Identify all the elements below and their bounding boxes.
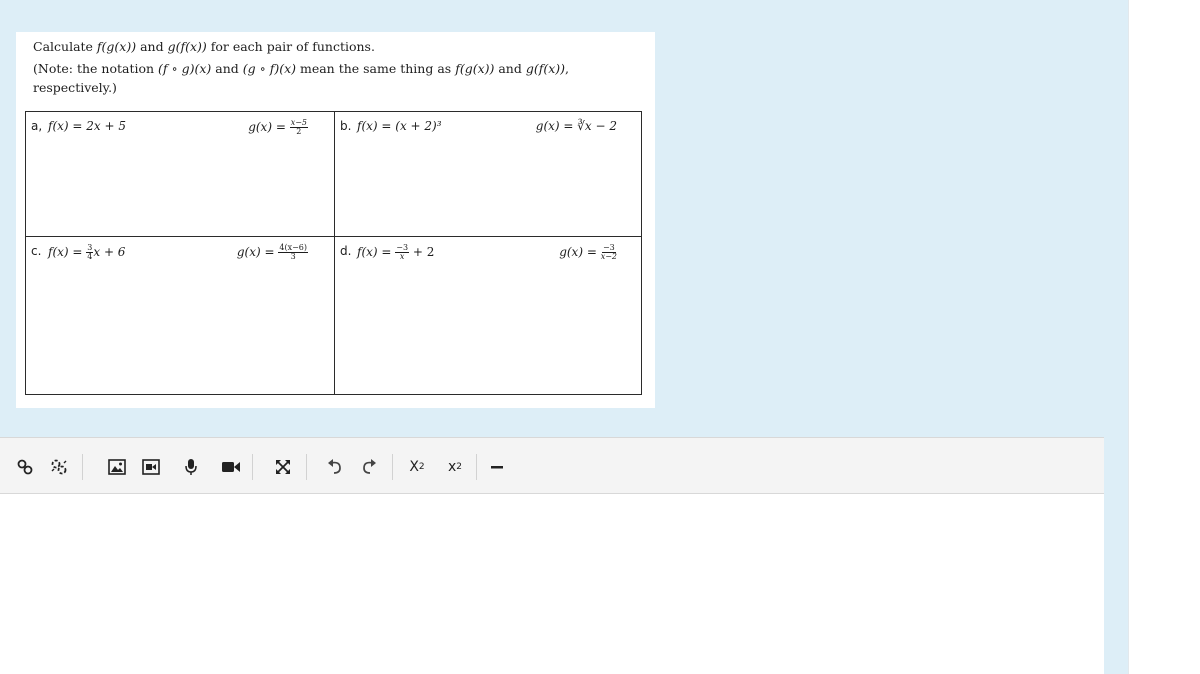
fraction-denominator: 2 <box>296 127 302 136</box>
question-note-end: respectively.) <box>33 80 117 95</box>
problem-b: b. f(x) = (x + 2)³ g(x) = ∛x − 2 <box>335 112 641 237</box>
math-expression: g(f(x)) <box>525 61 566 76</box>
answer-editor[interactable] <box>0 494 1104 674</box>
problem-letter: a, <box>31 119 43 133</box>
question-text: mean the same thing as <box>296 61 456 76</box>
question-text: Calculate <box>33 39 97 54</box>
fraction: x−5 2 <box>289 119 308 136</box>
subscript-suffix: 2 <box>418 462 425 472</box>
function-g: g(x) = ∛x − 2 <box>535 119 617 133</box>
function-f-lhs: f(x) = <box>48 245 87 259</box>
problem-a: a, f(x) = 2x + 5 g(x) = x−5 2 <box>26 112 335 237</box>
question-text: and <box>136 39 168 54</box>
toolbar-separator <box>82 454 83 480</box>
function-f-rhs: + 2 <box>409 245 435 259</box>
fraction-denominator: x−2 <box>600 252 617 261</box>
right-panel <box>1128 0 1200 674</box>
problem-c: c. f(x) = 34x + 6 g(x) = 4(x−6) 3 <box>26 237 335 394</box>
superscript-button[interactable]: x2 <box>442 454 468 480</box>
function-f: f(x) = −3 x + 2 <box>357 244 434 261</box>
fraction: 4(x−6) 3 <box>278 244 308 261</box>
question-text: and <box>211 61 243 76</box>
math-expression: (g ∘ f)(x) <box>242 61 296 76</box>
fraction: −3 x−2 <box>601 244 617 261</box>
question-note: (Note: the notation (f ∘ g)(x) and (g ∘ … <box>33 61 569 76</box>
toolbar-separator <box>476 454 477 480</box>
question-text: and <box>494 61 526 76</box>
page-background: Calculate f(g(x)) and g(f(x)) for each p… <box>0 0 1128 674</box>
math-expression: f(g(x)) <box>455 61 495 76</box>
redo-icon[interactable] <box>356 454 382 480</box>
function-f-lhs: f(x) = <box>357 245 396 259</box>
fraction-denominator: x <box>399 252 405 261</box>
subscript-label: X <box>409 459 419 475</box>
subscript-button[interactable]: X2 <box>404 454 430 480</box>
math-expression: f(g(x)) <box>96 39 137 54</box>
function-g-lhs: g(x) = <box>559 245 601 259</box>
function-g: g(x) = 4(x−6) 3 <box>237 244 308 261</box>
undo-icon[interactable] <box>322 454 348 480</box>
function-g: g(x) = −3 x−2 <box>559 244 617 261</box>
problem-letter: c. <box>31 244 42 258</box>
fraction-denominator: 3 <box>290 252 296 261</box>
fullscreen-icon[interactable] <box>270 454 296 480</box>
function-f: f(x) = (x + 2)³ <box>357 119 442 133</box>
toolbar-separator <box>306 454 307 480</box>
math-expression: g(f(x)) <box>167 39 207 54</box>
media-icon[interactable] <box>138 454 164 480</box>
horizontal-rule-icon[interactable] <box>484 454 510 480</box>
problem-letter: d. <box>340 244 352 258</box>
toolbar-separator <box>252 454 253 480</box>
link-icon[interactable] <box>12 454 38 480</box>
function-g: g(x) = x−5 2 <box>248 119 308 136</box>
function-f-rhs: x + 6 <box>93 245 126 259</box>
superscript-suffix: 2 <box>456 462 463 472</box>
function-g-lhs: g(x) = <box>248 120 290 134</box>
toolbar-separator <box>392 454 393 480</box>
math-expression: (f ∘ g)(x) <box>158 61 212 76</box>
function-f: f(x) = 34x + 6 <box>48 244 125 261</box>
question-text: (Note: the notation <box>33 61 159 76</box>
question-text: for each pair of functions. <box>206 39 375 54</box>
unlink-icon[interactable] <box>46 454 72 480</box>
microphone-icon[interactable] <box>178 454 204 480</box>
editor-toolbar: X2 x2 <box>0 437 1104 494</box>
problem-grid: a, f(x) = 2x + 5 g(x) = x−5 2 b. f(x) = (… <box>25 111 642 395</box>
video-icon[interactable] <box>218 454 244 480</box>
fraction-denominator: 4 <box>87 252 93 261</box>
superscript-label: x <box>447 459 457 475</box>
image-icon[interactable] <box>104 454 130 480</box>
function-g-lhs: g(x) = <box>236 245 279 259</box>
question-instruction: Calculate f(g(x)) and g(f(x)) for each p… <box>33 39 375 54</box>
function-f: f(x) = 2x + 5 <box>48 119 126 133</box>
question-text: , <box>565 61 569 76</box>
question-image: Calculate f(g(x)) and g(f(x)) for each p… <box>16 32 655 408</box>
problem-d: d. f(x) = −3 x + 2 g(x) = −3 x−2 <box>335 237 641 394</box>
fraction: −3 x <box>395 244 410 261</box>
problem-letter: b. <box>340 119 352 133</box>
